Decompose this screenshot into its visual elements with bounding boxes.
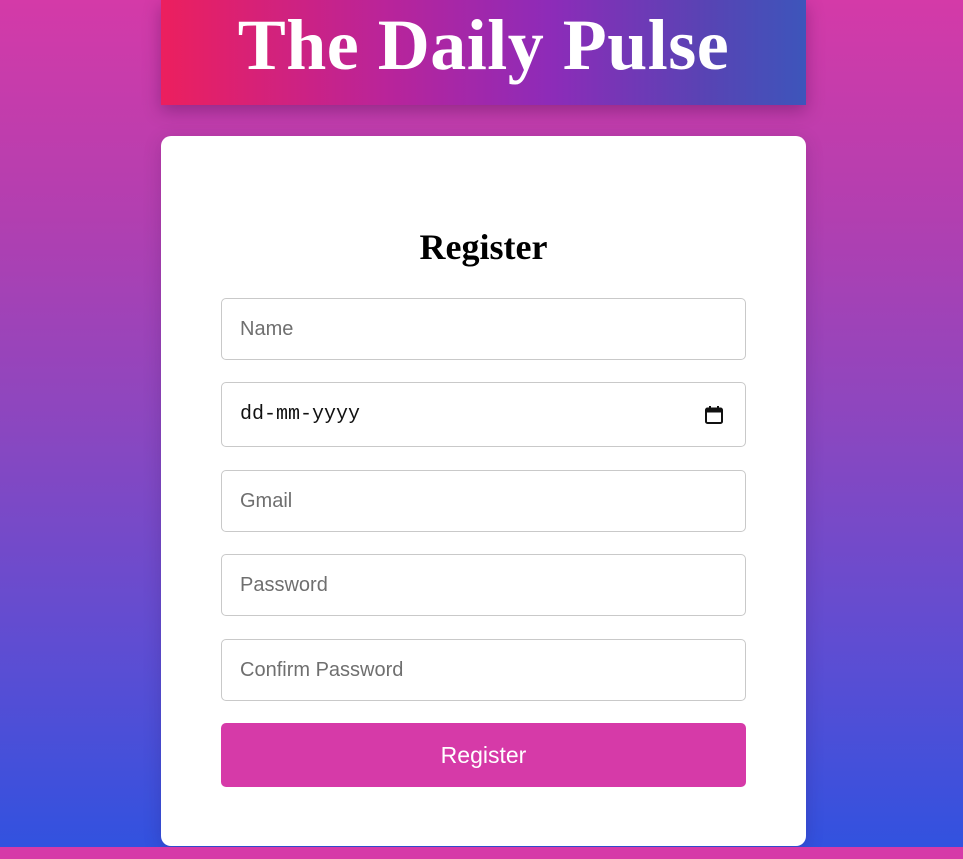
register-button[interactable]: Register: [221, 723, 746, 787]
footer-strip: [0, 847, 963, 859]
register-card: Register Name dd-mm-yyyy Gmail Password …: [161, 136, 806, 846]
gmail-input[interactable]: Gmail: [221, 470, 746, 532]
site-title: The Daily Pulse: [237, 5, 730, 85]
form-heading: Register: [419, 227, 548, 267]
calendar-icon[interactable]: [703, 404, 725, 426]
name-placeholder: Name: [240, 317, 294, 340]
confirm-password-input[interactable]: Confirm Password: [221, 639, 746, 701]
date-of-birth-input[interactable]: dd-mm-yyyy: [221, 382, 746, 447]
password-input[interactable]: Password: [221, 554, 746, 616]
password-placeholder: Password: [240, 573, 328, 596]
confirm-password-placeholder: Confirm Password: [240, 658, 404, 681]
name-input[interactable]: Name: [221, 298, 746, 360]
date-placeholder: dd-mm-yyyy: [240, 403, 361, 426]
site-banner: The Daily Pulse: [161, 0, 806, 105]
gmail-placeholder: Gmail: [240, 489, 293, 512]
